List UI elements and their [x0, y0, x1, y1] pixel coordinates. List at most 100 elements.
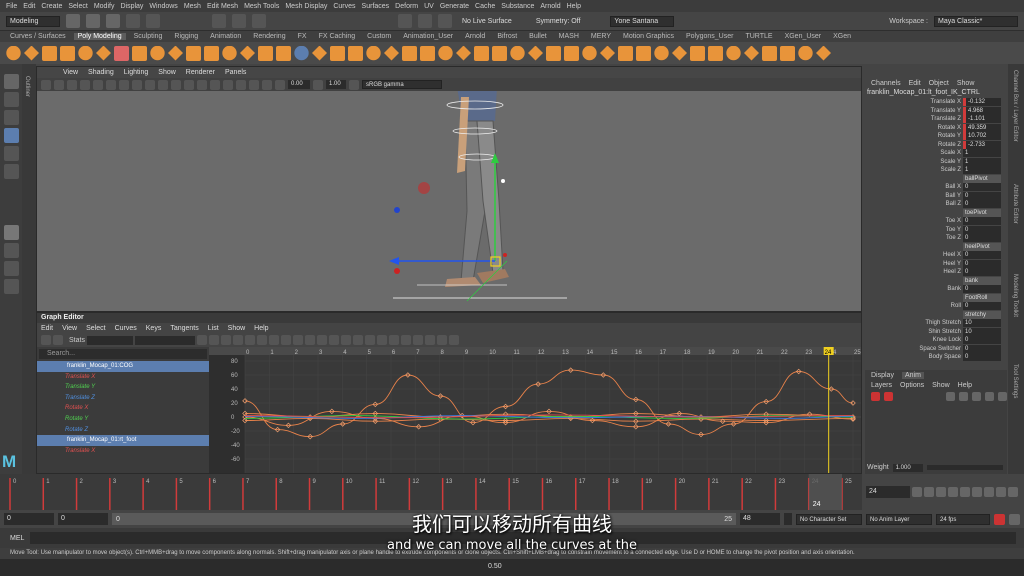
multi-cut-icon[interactable] — [510, 45, 525, 61]
channel-value[interactable]: 0 — [963, 191, 1001, 200]
outliner-attribute[interactable]: Translate Z — [37, 393, 209, 404]
poly-pipe-icon[interactable] — [186, 45, 201, 61]
channel-row[interactable]: Heel Y0 — [865, 259, 1007, 269]
channel-group-header[interactable]: heelPivot — [865, 242, 1007, 252]
channel-value[interactable]: 0 — [963, 251, 1001, 260]
weight-field[interactable]: 1.000 — [892, 463, 923, 472]
anti-alias-icon[interactable] — [223, 79, 233, 90]
current-frame-field[interactable]: 24 — [866, 486, 910, 498]
outliner-strip[interactable]: Outliner — [22, 64, 36, 504]
channel-row[interactable]: Space Switcher 0 — [865, 344, 1007, 354]
channel-row[interactable]: Rotate Y 10.702 — [865, 132, 1007, 141]
menu-edit-mesh[interactable]: Edit Mesh — [207, 3, 238, 10]
menu-create[interactable]: Create — [41, 3, 62, 10]
single-layout-icon[interactable] — [3, 225, 19, 240]
channel-row[interactable]: Toe Y0 — [865, 225, 1007, 235]
outliner-node[interactable]: franklin_Mocap_01:rt_foot — [37, 435, 209, 446]
graph-editor[interactable]: Graph Editor Edit View Select Curves Keys Tan… — [36, 312, 862, 474]
outliner-attribute[interactable]: Rotate Z — [37, 425, 209, 436]
play-backwards-icon[interactable] — [948, 487, 958, 497]
smooth-icon[interactable] — [330, 45, 345, 61]
channel-row[interactable]: Shin Stretch 10 — [865, 327, 1007, 337]
xray-joints-icon[interactable] — [262, 79, 272, 90]
four-view-layout-icon[interactable] — [3, 243, 19, 258]
step-forward-frame-icon[interactable] — [972, 487, 982, 497]
unify-tangent-icon[interactable] — [292, 335, 303, 345]
channel-row[interactable]: Heel Z0 — [865, 268, 1007, 277]
paint-select-icon[interactable] — [3, 110, 19, 125]
menu-mesh[interactable]: Mesh — [184, 3, 201, 10]
plateau-tangent-icon[interactable] — [268, 335, 279, 345]
channel-value[interactable]: 10 — [963, 327, 1001, 336]
viewport-panel[interactable]: View Shading Lighting Show Renderer Panels 0.… — [36, 66, 862, 312]
channel-value[interactable]: stretchy — [963, 310, 1001, 319]
time-slider[interactable]: 0123456789101112131415161718192021222324… — [0, 474, 862, 510]
textured-icon[interactable] — [171, 79, 181, 90]
graph-menu-tangents[interactable]: Tangents — [170, 325, 198, 332]
select-component-icon[interactable] — [252, 14, 266, 28]
channel-value[interactable]: 0 — [963, 259, 1001, 268]
bookmark-icon[interactable] — [67, 79, 77, 90]
menu-display[interactable]: Display — [120, 3, 143, 10]
side-tab-tool-settings[interactable]: Tool Settings — [1012, 364, 1018, 398]
open-scene-icon[interactable] — [86, 14, 100, 28]
auto-tangent-icon[interactable] — [196, 335, 207, 345]
shelf-tab-animation[interactable]: Animation — [206, 33, 245, 40]
denormalize-icon[interactable] — [400, 335, 411, 345]
side-tab-attribute-editor[interactable]: Attribute Editor — [1012, 184, 1018, 224]
menu-curves[interactable]: Curves — [333, 3, 355, 10]
flat-tangent-icon[interactable] — [244, 335, 255, 345]
channel-value[interactable]: 0 — [963, 336, 1001, 345]
live-surface-field[interactable]: No Live Surface — [462, 18, 512, 25]
channel-value[interactable]: toePivot — [963, 208, 1001, 217]
shelf-tab-bifrost[interactable]: Bifrost — [493, 33, 521, 40]
graph-menu-select[interactable]: Select — [86, 325, 105, 332]
play-forwards-icon[interactable] — [960, 487, 970, 497]
stats-value-field[interactable] — [134, 335, 195, 345]
exposure-field[interactable]: 0.00 — [288, 80, 310, 89]
go-to-start-icon[interactable] — [912, 487, 922, 497]
channel-value[interactable]: FootRoll — [963, 293, 1001, 302]
channel-box-node-name[interactable]: franklin_Mocap_01:lt_foot_IK_CTRL — [865, 88, 1007, 98]
menu-arnold[interactable]: Arnold — [540, 3, 560, 10]
poly-soccer-icon[interactable] — [240, 45, 255, 61]
undo-icon[interactable] — [126, 14, 140, 28]
channel-row[interactable]: Translate Y 4.968 — [865, 106, 1007, 116]
snap-grid-icon[interactable] — [398, 14, 412, 28]
isolate-select-icon[interactable] — [236, 79, 246, 90]
graph-menu-keys[interactable]: Keys — [146, 325, 162, 332]
shelf-tab-curves-surfaces[interactable]: Curves / Surfaces — [6, 33, 70, 40]
layer-menu-show[interactable]: Show — [932, 382, 950, 389]
layer-menu-layers[interactable]: Layers — [871, 382, 892, 389]
scale-tool-icon[interactable] — [3, 164, 19, 179]
outliner-attribute[interactable]: Translate X — [37, 446, 209, 457]
shelf-tab-mash[interactable]: MASH — [555, 33, 583, 40]
snap-point-icon[interactable] — [438, 14, 452, 28]
channel-row[interactable]: Roll 0 — [865, 302, 1007, 311]
step-back-key-icon[interactable] — [924, 487, 934, 497]
image-plane-icon[interactable] — [80, 79, 90, 90]
two-view-layout-icon[interactable] — [3, 261, 19, 276]
viewport-menu-show[interactable]: Show — [158, 69, 176, 76]
duplicate-face-icon[interactable] — [654, 45, 669, 61]
swap-buffer-icon[interactable] — [340, 335, 351, 345]
center-current-time-icon[interactable] — [376, 335, 387, 345]
menu-file[interactable]: File — [6, 3, 17, 10]
channel-group-header[interactable]: toePivot — [865, 208, 1007, 218]
search-field[interactable]: Search... — [39, 349, 207, 359]
poly-platonic-icon[interactable] — [132, 45, 147, 61]
move-key-icon[interactable] — [41, 335, 51, 345]
channel-row[interactable]: Toe Z0 — [865, 234, 1007, 243]
collapse-icon[interactable] — [744, 45, 759, 61]
channel-row[interactable]: Heel X0 — [865, 251, 1007, 260]
poly-cone-icon[interactable] — [60, 45, 75, 61]
save-scene-icon[interactable] — [106, 14, 120, 28]
layer-up-icon[interactable] — [946, 392, 955, 401]
color-space-selector[interactable]: sRGB gamma — [362, 80, 442, 89]
chamfer-icon[interactable] — [672, 45, 687, 61]
crease-icon[interactable] — [780, 45, 795, 61]
channel-value[interactable]: 0 — [963, 268, 1001, 277]
poly-cube-icon[interactable] — [24, 45, 39, 61]
poly-pyramid-icon[interactable] — [150, 45, 165, 61]
poly-plane-icon[interactable] — [96, 45, 111, 61]
